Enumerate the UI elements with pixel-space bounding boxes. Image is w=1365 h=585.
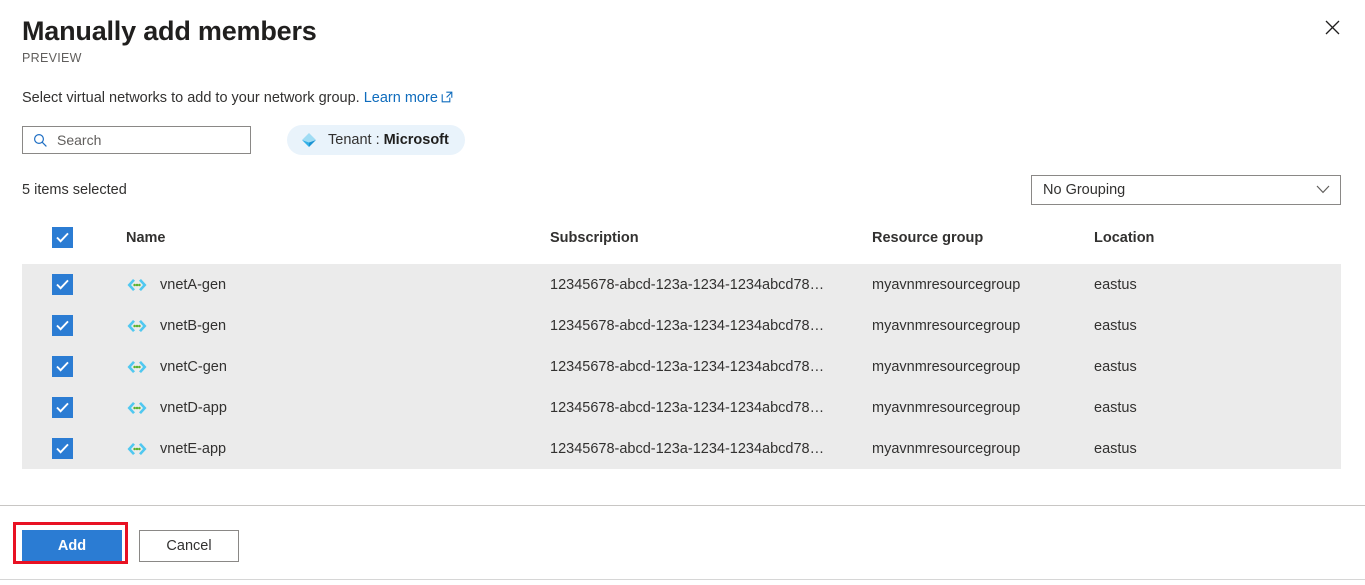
description-text: Select virtual networks to add to your n… xyxy=(22,90,360,106)
select-all-checkbox[interactable] xyxy=(52,227,73,248)
grouping-dropdown[interactable]: No Grouping xyxy=(1031,175,1341,205)
table-header-row: Name Subscription Resource group Locatio… xyxy=(22,227,1341,264)
row-location-cell: eastus xyxy=(1094,264,1341,305)
table-row[interactable]: vnetE-app 12345678-abcd-123a-1234-1234ab… xyxy=(22,428,1341,469)
column-header-name[interactable]: Name xyxy=(126,227,550,264)
tenant-filter-label: Tenant : xyxy=(328,132,380,148)
row-resource-group-cell: myavnmresourcegroup xyxy=(872,346,1094,387)
row-checkbox[interactable] xyxy=(52,315,73,336)
row-name-cell: vnetE-app xyxy=(126,428,550,469)
column-header-subscription[interactable]: Subscription xyxy=(550,227,872,264)
row-resource-group-cell: myavnmresourcegroup xyxy=(872,305,1094,346)
add-button[interactable]: Add xyxy=(22,530,122,562)
members-table: Name Subscription Resource group Locatio… xyxy=(22,227,1341,469)
row-subscription-cell: 12345678-abcd-123a-1234-1234abcd78… xyxy=(550,264,872,305)
row-location-cell: eastus xyxy=(1094,387,1341,428)
row-select-cell xyxy=(22,264,126,305)
row-name-cell: vnetB-gen xyxy=(126,305,550,346)
column-header-location[interactable]: Location xyxy=(1094,227,1341,264)
table-row[interactable]: vnetB-gen 12345678-abcd-123a-1234-1234ab… xyxy=(22,305,1341,346)
row-subscription-cell: 12345678-abcd-123a-1234-1234abcd78… xyxy=(550,387,872,428)
row-name-cell: vnetC-gen xyxy=(126,346,550,387)
row-name-label: vnetB-gen xyxy=(160,317,227,334)
learn-more-label: Learn more xyxy=(363,90,438,106)
toolbar-row: 5 items selected No Grouping xyxy=(22,175,1341,205)
row-subscription-cell: 12345678-abcd-123a-1234-1234abcd78… xyxy=(550,428,872,469)
row-location-cell: eastus xyxy=(1094,305,1341,346)
table-body: vnetA-gen 12345678-abcd-123a-1234-1234ab… xyxy=(22,264,1341,469)
members-table-container: Name Subscription Resource group Locatio… xyxy=(22,227,1341,469)
search-input[interactable] xyxy=(57,128,250,152)
search-box[interactable] xyxy=(22,126,251,154)
bottom-edge-divider xyxy=(0,579,1365,580)
column-header-resource-group[interactable]: Resource group xyxy=(872,227,1094,264)
row-subscription-cell: 12345678-abcd-123a-1234-1234abcd78… xyxy=(550,305,872,346)
virtual-network-icon xyxy=(126,442,148,456)
external-link-icon xyxy=(441,89,453,109)
close-icon xyxy=(1325,20,1340,35)
row-checkbox[interactable] xyxy=(52,356,73,377)
row-select-cell xyxy=(22,305,126,346)
row-location-cell: eastus xyxy=(1094,346,1341,387)
virtual-network-icon xyxy=(126,319,148,333)
table-row[interactable]: vnetD-app 12345678-abcd-123a-1234-1234ab… xyxy=(22,387,1341,428)
selection-status: 5 items selected xyxy=(22,182,127,198)
preview-badge: PREVIEW xyxy=(22,51,82,65)
row-name-label: vnetE-app xyxy=(160,440,227,457)
row-name-cell: vnetA-gen xyxy=(126,264,550,305)
row-resource-group-cell: myavnmresourcegroup xyxy=(872,264,1094,305)
virtual-network-icon xyxy=(126,360,148,374)
row-checkbox[interactable] xyxy=(52,397,73,418)
page-title: Manually add members xyxy=(22,16,317,46)
description: Select virtual networks to add to your n… xyxy=(22,88,1365,109)
panel-header: Manually add members PREVIEW xyxy=(0,0,1365,65)
table-row[interactable]: vnetC-gen 12345678-abcd-123a-1234-1234ab… xyxy=(22,346,1341,387)
row-checkbox[interactable] xyxy=(52,438,73,459)
cancel-button[interactable]: Cancel xyxy=(139,530,239,562)
search-icon xyxy=(23,133,57,148)
learn-more-link[interactable]: Learn more xyxy=(364,90,453,106)
azure-ad-tenant-icon xyxy=(299,130,319,150)
row-select-cell xyxy=(22,428,126,469)
tenant-filter-pill[interactable]: Tenant : Microsoft xyxy=(287,125,465,155)
footer: Add Cancel xyxy=(0,506,1365,579)
close-button[interactable] xyxy=(1315,10,1349,44)
row-checkbox[interactable] xyxy=(52,274,73,295)
row-name-label: vnetA-gen xyxy=(160,276,227,293)
grouping-selected-value: No Grouping xyxy=(1043,182,1126,198)
row-select-cell xyxy=(22,387,126,428)
row-select-cell xyxy=(22,346,126,387)
filter-row: Tenant : Microsoft xyxy=(22,125,1365,155)
row-name-label: vnetC-gen xyxy=(160,358,227,375)
row-location-cell: eastus xyxy=(1094,428,1341,469)
row-resource-group-cell: myavnmresourcegroup xyxy=(872,387,1094,428)
row-subscription-cell: 12345678-abcd-123a-1234-1234abcd78… xyxy=(550,346,872,387)
virtual-network-icon xyxy=(126,401,148,415)
virtual-network-icon xyxy=(126,278,148,292)
row-name-label: vnetD-app xyxy=(160,399,227,416)
row-name-cell: vnetD-app xyxy=(126,387,550,428)
select-all-header xyxy=(22,227,126,264)
row-resource-group-cell: myavnmresourcegroup xyxy=(872,428,1094,469)
chevron-down-icon xyxy=(1316,181,1330,199)
tenant-filter-value: Microsoft xyxy=(383,132,449,148)
table-row[interactable]: vnetA-gen 12345678-abcd-123a-1234-1234ab… xyxy=(22,264,1341,305)
